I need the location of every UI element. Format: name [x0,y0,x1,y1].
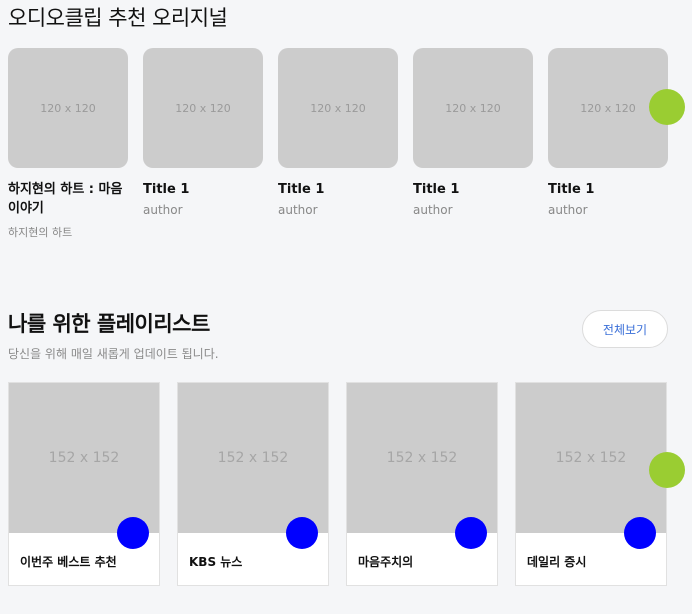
playlist-thumbnail[interactable]: 152 x 152 [178,383,328,533]
clip-author: 하지현의 하트 [8,226,73,239]
carousel-next-button[interactable] [649,89,685,125]
playlist-card[interactable]: 152 x 152 이번주 베스트 추천 [8,382,160,586]
playlist-label[interactable]: 마음주치의 [358,553,413,570]
playlist-thumbnail[interactable]: 152 x 152 [9,383,159,533]
play-button[interactable] [286,517,318,549]
clip-author: author [143,203,183,217]
clip-title[interactable]: Title 1 [548,180,668,199]
play-button[interactable] [624,517,656,549]
playlist-section: 나를 위한 플레이리스트 당신을 위해 매일 새롭게 업데이트 됩니다. 전체보… [0,300,692,614]
clip-title[interactable]: 하지현의 하트 : 마음 이야기 [8,180,128,218]
section-title: 나를 위한 플레이리스트 [8,312,210,336]
clip-title[interactable]: Title 1 [278,180,398,199]
playlist-card[interactable]: 152 x 152 데일리 증시 [515,382,667,586]
playlist-thumbnail[interactable]: 152 x 152 [516,383,666,533]
play-button[interactable] [455,517,487,549]
clip-title[interactable]: Title 1 [413,180,533,199]
view-all-button[interactable]: 전체보기 [582,310,668,348]
clip-thumbnail[interactable]: 120 x 120 [278,48,398,168]
clip-author: author [278,203,318,217]
clip-card[interactable]: 120 x 120 하지현의 하트 : 마음 이야기 하지현의 하트 [8,48,128,240]
clip-title[interactable]: Title 1 [143,180,263,199]
clip-author: author [548,203,588,217]
playlist-thumbnail[interactable]: 152 x 152 [347,383,497,533]
clip-card[interactable]: 120 x 120 Title 1 author [548,48,668,217]
clip-author: author [413,203,453,217]
playlist-label[interactable]: 데일리 증시 [527,553,586,570]
audio-clip-section: 오디오클립 추천 오리지널 120 x 120 하지현의 하트 : 마음 이야기… [0,0,692,280]
section-subtitle: 당신을 위해 매일 새롭게 업데이트 됩니다. [8,347,219,361]
clip-thumbnail[interactable]: 120 x 120 [8,48,128,168]
clip-card[interactable]: 120 x 120 Title 1 author [278,48,398,217]
playlist-card[interactable]: 152 x 152 KBS 뉴스 [177,382,329,586]
carousel-next-button[interactable] [649,452,685,488]
playlist-card[interactable]: 152 x 152 마음주치의 [346,382,498,586]
clip-card[interactable]: 120 x 120 Title 1 author [413,48,533,217]
playlist-label[interactable]: KBS 뉴스 [189,553,242,570]
section-title: 오디오클립 추천 오리지널 [8,6,228,30]
clip-thumbnail[interactable]: 120 x 120 [413,48,533,168]
playlist-label[interactable]: 이번주 베스트 추천 [20,553,117,570]
clip-card[interactable]: 120 x 120 Title 1 author [143,48,263,217]
play-button[interactable] [117,517,149,549]
clip-thumbnail[interactable]: 120 x 120 [143,48,263,168]
